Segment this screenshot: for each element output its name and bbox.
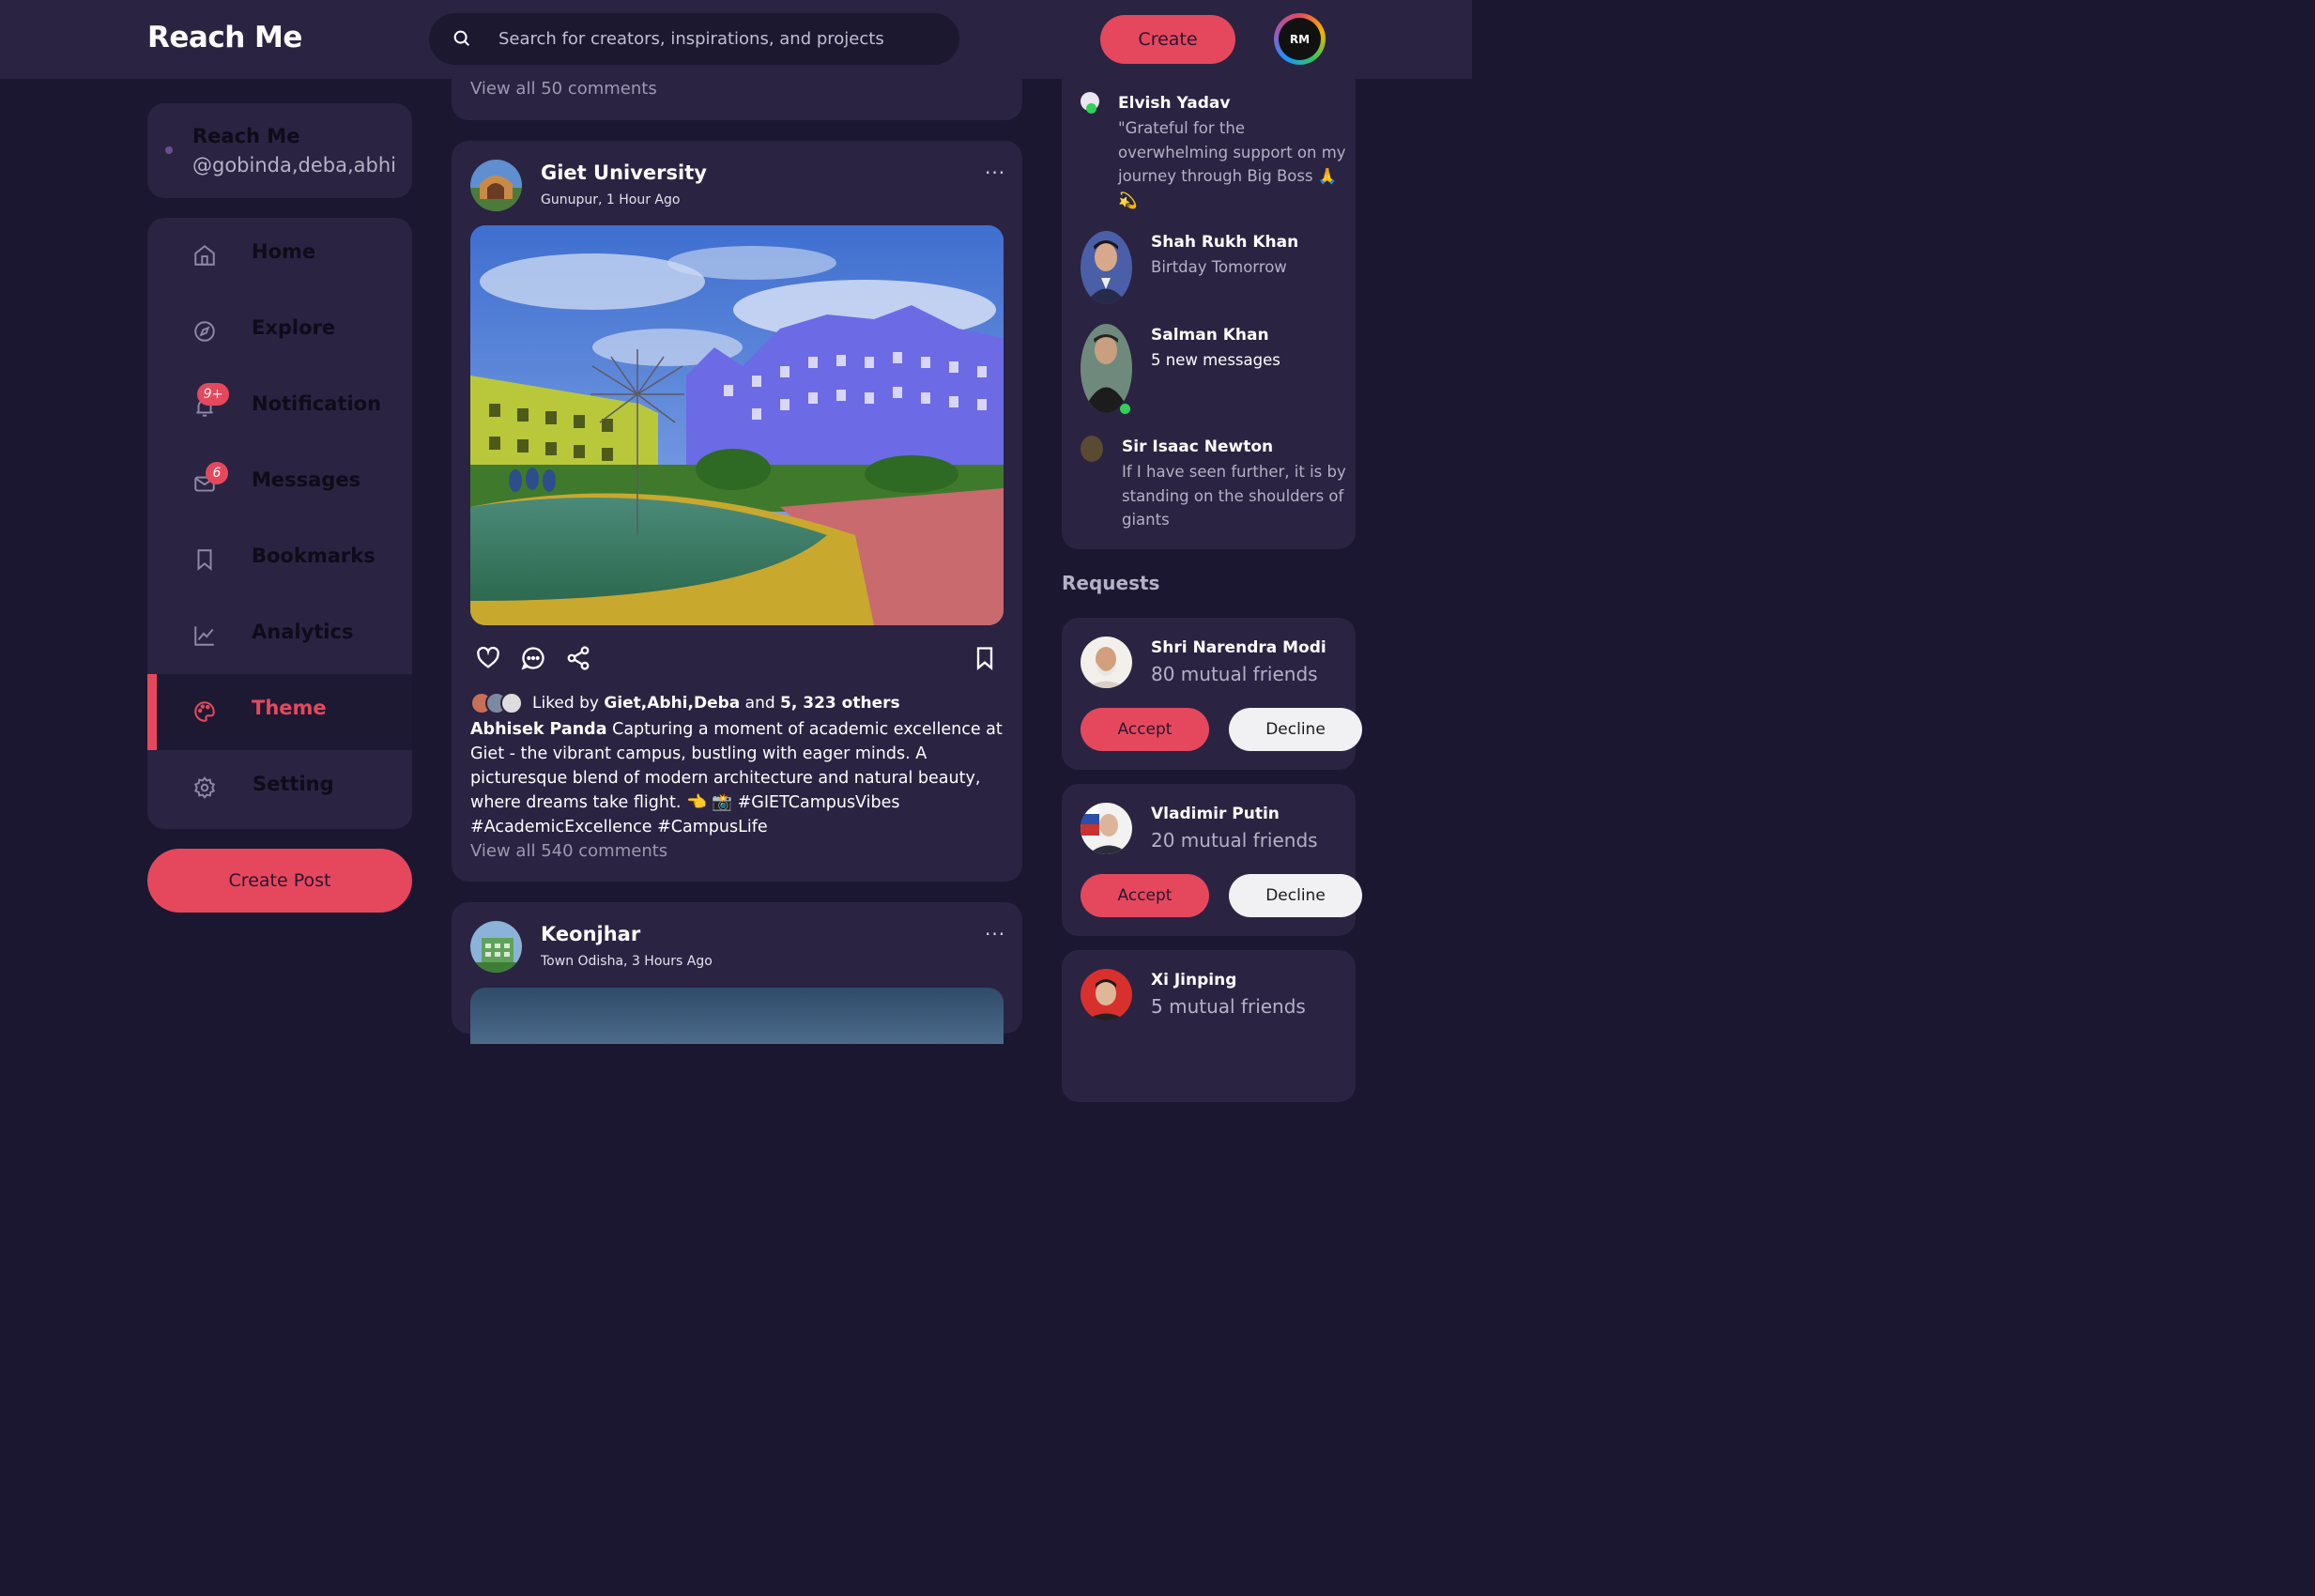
requests-heading: Requests — [1062, 572, 1160, 594]
profile-avatar — [165, 146, 173, 154]
liker-avatar — [500, 692, 523, 714]
contact-avatar — [1081, 324, 1132, 413]
previous-post-card: View all 50 comments — [452, 66, 1022, 120]
post-image[interactable] — [470, 225, 1004, 625]
share-icon[interactable] — [565, 645, 591, 671]
sidebar-item-bookmarks[interactable]: Bookmarks — [147, 522, 412, 598]
sidebar-item-label: Home — [252, 240, 316, 263]
online-indicator — [1086, 103, 1096, 114]
avatar-initials: RM — [1279, 18, 1321, 60]
messages-badge: 6 — [206, 462, 228, 484]
contact-name: Elvish Yadav — [1118, 94, 1231, 113]
sidebar-item-analytics[interactable]: Analytics — [147, 598, 412, 674]
liked-by-row: Liked by Giet,Abhi,Deba and 5, 323 other… — [470, 691, 900, 715]
sidebar-menu: Home Explore 9+ Notification 6 Messages … — [147, 218, 412, 829]
sidebar-item-label: Messages — [252, 468, 361, 491]
create-button[interactable]: Create — [1100, 15, 1235, 64]
accept-button[interactable]: Accept — [1081, 708, 1209, 751]
sidebar-item-label: Setting — [253, 773, 334, 795]
contact-name: Sir Isaac Newton — [1122, 437, 1274, 456]
contact-avatar — [1081, 436, 1103, 462]
bookmark-icon — [197, 549, 212, 571]
create-post-button[interactable]: Create Post — [147, 849, 412, 913]
search-input[interactable] — [498, 13, 940, 65]
profile-handle: @gobinda,deba,abhi — [192, 154, 396, 176]
liked-by-text[interactable]: Liked by Giet,Abhi,Deba and 5, 323 other… — [532, 694, 900, 713]
more-options-icon[interactable]: ··· — [985, 161, 1005, 184]
bookmark-icon[interactable] — [972, 645, 998, 671]
chart-icon — [194, 626, 214, 646]
requester-avatar[interactable] — [1081, 969, 1132, 1021]
post-caption: Abhisek Panda Capturing a moment of acad… — [470, 717, 1010, 864]
sidebar-item-notification[interactable]: 9+ Notification — [147, 370, 412, 446]
decline-button[interactable]: Decline — [1229, 708, 1362, 751]
like-icon[interactable] — [475, 645, 501, 671]
post-author-avatar[interactable] — [470, 160, 522, 211]
message-preview: 5 new messages — [1151, 351, 1280, 369]
sidebar-item-label: Explore — [252, 316, 336, 339]
friend-request-card: Shri Narendra Modi 80 mutual friends Acc… — [1062, 618, 1362, 770]
sidebar-item-messages[interactable]: 6 Messages — [147, 446, 412, 522]
sidebar-item-label: Bookmarks — [252, 545, 376, 567]
home-icon — [194, 245, 215, 266]
post-card: Giet University Gunupur, 1 Hour Ago ··· — [452, 141, 1022, 882]
post-card: Keonjhar Town Odisha, 3 Hours Ago ··· — [452, 902, 1022, 1044]
profile-card[interactable]: Reach Me @gobinda,deba,abhi — [147, 103, 412, 198]
sidebar-item-theme[interactable]: Theme — [147, 674, 412, 750]
post-meta: Town Odisha, 3 Hours Ago — [541, 954, 713, 969]
comment-icon[interactable] — [520, 645, 546, 671]
caption-author[interactable]: Abhisek Panda — [470, 720, 607, 739]
search-bar[interactable] — [429, 13, 959, 65]
messages-card: Elvish Yadav "Grateful for the overwhelm… — [1062, 66, 1356, 549]
contact-name: Shah Rukh Khan — [1151, 233, 1299, 252]
sidebar-item-explore[interactable]: Explore — [147, 294, 412, 370]
online-indicator — [1120, 404, 1130, 414]
mutual-friends: 20 mutual friends — [1151, 829, 1318, 852]
post-image[interactable] — [470, 988, 1004, 1044]
palette-icon — [194, 701, 215, 722]
mutual-friends: 80 mutual friends — [1151, 663, 1318, 685]
search-icon — [453, 30, 470, 47]
message-preview: If I have seen further, it is by standin… — [1122, 463, 1346, 529]
requester-name: Vladimir Putin — [1151, 805, 1280, 823]
accept-button[interactable]: Accept — [1081, 874, 1209, 917]
gear-icon — [193, 776, 216, 799]
message-preview: Birtday Tomorrow — [1151, 258, 1287, 276]
sidebar-item-label: Theme — [252, 697, 327, 719]
requester-name: Xi Jinping — [1151, 971, 1237, 990]
requester-name: Shri Narendra Modi — [1151, 638, 1326, 657]
sidebar-item-home[interactable]: Home — [147, 218, 412, 294]
post-author-name[interactable]: Keonjhar — [541, 923, 640, 945]
sidebar-item-label: Analytics — [252, 621, 354, 643]
sidebar-item-label: Notification — [252, 392, 382, 415]
app-logo[interactable]: Reach Me — [147, 21, 302, 54]
mutual-friends: 5 mutual friends — [1151, 995, 1306, 1018]
friend-request-card: Xi Jinping 5 mutual friends — [1062, 950, 1356, 1102]
message-preview: "Grateful for the overwhelming support o… — [1118, 119, 1346, 209]
contact-name: Salman Khan — [1151, 326, 1269, 345]
requester-avatar[interactable] — [1081, 637, 1132, 688]
friend-request-card: Vladimir Putin 20 mutual friends Accept … — [1062, 784, 1362, 936]
post-author-avatar[interactable] — [470, 921, 522, 973]
requester-avatar[interactable] — [1081, 803, 1132, 854]
sidebar-item-setting[interactable]: Setting — [147, 750, 412, 826]
post-meta: Gunupur, 1 Hour Ago — [541, 192, 681, 207]
contact-avatar — [1081, 231, 1132, 304]
compass-icon — [194, 321, 215, 342]
post-author-name[interactable]: Giet University — [541, 161, 707, 184]
user-avatar[interactable]: RM — [1274, 13, 1326, 65]
profile-name: Reach Me — [192, 125, 300, 147]
view-comments-link[interactable]: View all 540 comments — [470, 839, 1010, 864]
more-options-icon[interactable]: ··· — [985, 923, 1005, 945]
view-comments-link[interactable]: View all 50 comments — [470, 79, 657, 99]
decline-button[interactable]: Decline — [1229, 874, 1362, 917]
notification-badge: 9+ — [197, 383, 229, 406]
